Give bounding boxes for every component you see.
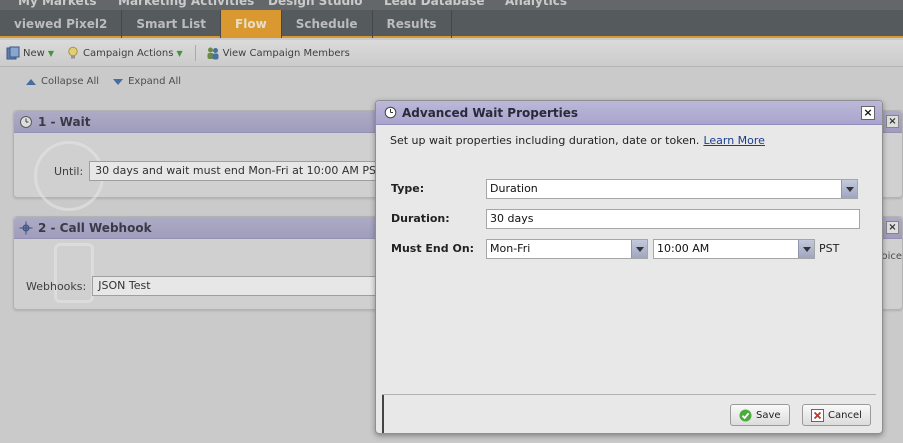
type-select[interactable]: Duration	[486, 179, 858, 199]
learn-more-link[interactable]: Learn More	[703, 134, 765, 147]
type-label: Type:	[391, 182, 425, 195]
description-text: Set up wait properties including duratio…	[390, 134, 700, 147]
dropdown-arrow-icon[interactable]	[631, 240, 647, 258]
dialog-description: Set up wait properties including duratio…	[390, 134, 765, 147]
close-icon[interactable]: ×	[861, 106, 875, 120]
days-value: Mon-Fri	[490, 242, 531, 255]
must-end-on-label: Must End On:	[391, 242, 475, 255]
dialog-title: Advanced Wait Properties	[402, 105, 579, 120]
dropdown-arrow-icon[interactable]	[798, 240, 814, 258]
dialog-footer: Save Cancel	[382, 394, 876, 434]
save-label: Save	[756, 409, 781, 421]
duration-value: 30 days	[490, 212, 534, 225]
text-cursor	[382, 395, 384, 433]
clock-icon	[384, 106, 397, 119]
duration-label: Duration:	[391, 212, 450, 225]
save-button[interactable]: Save	[730, 404, 790, 426]
cancel-label: Cancel	[828, 409, 862, 421]
checkmark-icon	[739, 409, 752, 421]
dialog-header: Advanced Wait Properties	[376, 101, 882, 125]
dropdown-arrow-icon[interactable]	[841, 180, 857, 198]
cancel-icon	[811, 408, 824, 422]
timezone-label: PST	[819, 242, 840, 255]
duration-input[interactable]: 30 days	[486, 209, 860, 229]
cancel-button[interactable]: Cancel	[802, 404, 871, 426]
advanced-wait-properties-dialog: Advanced Wait Properties × Set up wait p…	[375, 100, 883, 434]
type-value: Duration	[490, 182, 538, 195]
days-select[interactable]: Mon-Fri	[486, 239, 648, 259]
time-select[interactable]: 10:00 AM	[653, 239, 815, 259]
time-value: 10:00 AM	[657, 242, 710, 255]
